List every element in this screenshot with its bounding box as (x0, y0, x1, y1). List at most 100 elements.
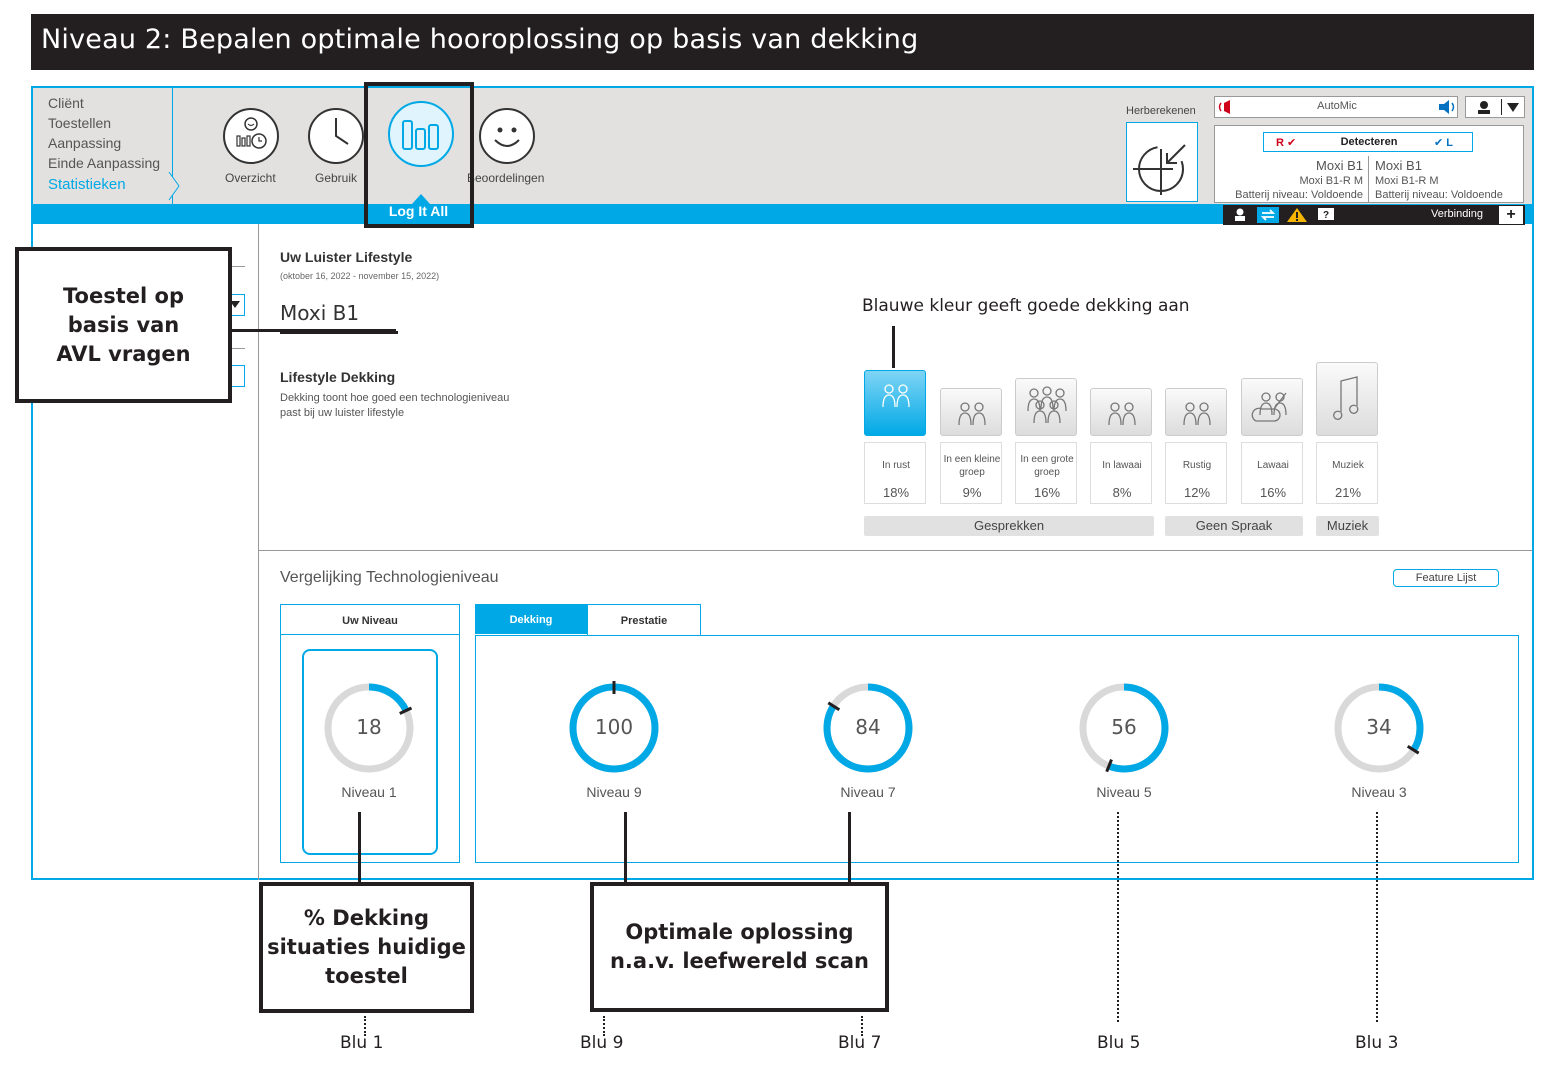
tab-dekking[interactable]: Dekking (475, 604, 587, 634)
situation-name-line: In rust (882, 460, 910, 471)
status-strip: ? Verbinding + (1223, 205, 1525, 225)
smiley-icon[interactable] (479, 108, 535, 164)
person-status-icon[interactable] (1229, 207, 1251, 223)
small-group-icon[interactable] (940, 388, 1002, 436)
dotted-leader (1376, 812, 1378, 1022)
callout-line: AVL vragen (56, 341, 191, 366)
group-gesprekken: Gesprekken (864, 516, 1154, 536)
right-device-name: Moxi B1 (1316, 158, 1363, 173)
nav-item-toestellen[interactable]: Toestellen (48, 115, 111, 131)
callout-toestel: Toestel op basis van AVL vragen (15, 247, 232, 403)
chevron-down-icon[interactable] (1507, 103, 1519, 113)
right-device-battery: Batterij niveau: Voldoende (1235, 189, 1363, 201)
main-navigation: Cliënt Toestellen Aanpassing Einde Aanpa… (33, 88, 173, 204)
automic-bar[interactable]: AutoMic (1214, 96, 1458, 118)
overview-icon[interactable] (223, 108, 279, 164)
add-connection-button[interactable]: + (1499, 206, 1523, 224)
situation-percentage: 9% (962, 485, 982, 500)
situation-card[interactable]: Lawaai 16% (1241, 442, 1303, 504)
situation-name: Muziek (1317, 459, 1379, 472)
app-window: Cliënt Toestellen Aanpassing Einde Aanpa… (31, 86, 1534, 880)
leader-line (624, 812, 627, 884)
situation-name: In een kleine groep (941, 453, 1003, 479)
situation-name-line: In een kleine (943, 454, 1001, 465)
device-divider (1368, 156, 1369, 202)
situation-percentage: 21% (1334, 485, 1362, 500)
group-muziek: Muziek (1316, 516, 1379, 536)
gauge-value: 18 (356, 715, 382, 739)
blu-label: Blu 5 (1097, 1033, 1141, 1053)
leader-line (892, 326, 895, 368)
recalculate-button[interactable] (1126, 122, 1198, 202)
log-it-all-tab[interactable]: Log It All (368, 199, 469, 223)
warning-icon[interactable] (1286, 207, 1308, 223)
user-icon (1478, 101, 1490, 114)
situation-card[interactable]: In een grote groep 16% (1015, 442, 1077, 504)
situation-percentage: 12% (1183, 485, 1211, 500)
tab-prestatie[interactable]: Prestatie (587, 604, 701, 635)
situation-card[interactable]: In een kleine groep 9% (940, 442, 1002, 504)
situation-name-line: Muziek (1332, 460, 1364, 471)
nav-item-aanpassing[interactable]: Aanpassing (48, 135, 121, 151)
group-geen-spraak: Geen Spraak (1165, 516, 1303, 536)
situation-card[interactable]: Rustig 12% (1165, 442, 1227, 504)
situation-name-line: In een grote (1020, 454, 1074, 465)
callout-line: n.a.v. leefwereld scan (609, 949, 869, 973)
situation-card[interactable]: In rust 18% (864, 442, 926, 504)
title-banner: Niveau 2: Bepalen optimale hooroplossing… (31, 14, 1534, 70)
situation-name: In rust (865, 459, 927, 472)
speaker-icon[interactable] (1437, 99, 1457, 115)
situation-card[interactable]: Muziek 21% (1316, 442, 1378, 504)
gebruik-label: Gebruik (315, 171, 358, 185)
blu-label: Blu 7 (838, 1033, 882, 1053)
callout-line: toestel (325, 964, 408, 988)
top-toolbar: Cliënt Toestellen Aanpassing Einde Aanpa… (33, 88, 1532, 204)
gauge-value: 84 (855, 715, 881, 739)
nav-item-einde-aanpassing[interactable]: Einde Aanpassing (48, 155, 160, 171)
leader-line (848, 812, 851, 884)
callout-line: % Dekking (303, 906, 430, 930)
gauge-value: 34 (1366, 715, 1392, 739)
blue-coverage-note: Blauwe kleur geeft goede dekking aan (862, 296, 1190, 316)
nav-item-statistieken[interactable]: Statistieken (48, 176, 126, 193)
help-icon[interactable]: ? (1315, 207, 1337, 223)
left-device-battery: Batterij niveau: Voldoende (1375, 189, 1503, 201)
vacuum-cleaner-icon[interactable] (1241, 378, 1303, 436)
clock-icon[interactable] (308, 108, 364, 164)
coverage-description: Dekking toont hoe goed een technologieni… (280, 392, 510, 404)
situation-name: Rustig (1166, 459, 1228, 472)
situation-name-line: Lawaai (1257, 460, 1289, 471)
blu-label: Blu 3 (1355, 1033, 1399, 1053)
left-device-name: Moxi B1 (1375, 158, 1422, 173)
your-level-header: Uw Niveau (281, 605, 459, 635)
lifestyle-title: Uw Luister Lifestyle (280, 249, 413, 265)
nav-item-client[interactable]: Cliënt (48, 95, 84, 111)
noisy-people-icon[interactable] (1090, 388, 1152, 436)
gauge-level-label: Niveau 9 (586, 784, 642, 800)
two-people-icon[interactable] (864, 370, 926, 436)
sync-icon[interactable] (1257, 207, 1279, 223)
gauge-level-label: Niveau 1 (341, 784, 397, 800)
blu-label: Blu 1 (340, 1033, 384, 1053)
device-name: Moxi B1 (280, 301, 360, 325)
situation-card[interactable]: In lawaai 8% (1090, 442, 1152, 504)
leader-line (358, 812, 361, 884)
feature-list-button[interactable]: Feature Lijst (1393, 569, 1499, 587)
situation-name-line: groep (959, 467, 985, 478)
person-reading-icon[interactable] (1165, 388, 1227, 436)
left-device-model: Moxi B1-R M (1375, 175, 1439, 187)
situation-name: In een grote groep (1016, 453, 1078, 479)
beoordelingen-label: Beoordelingen (467, 171, 545, 185)
situation-name: Lawaai (1242, 459, 1304, 472)
overzicht-label: Overzicht (225, 171, 276, 185)
gauge-value: 100 (594, 715, 634, 739)
music-note-icon[interactable] (1316, 362, 1378, 436)
large-group-icon[interactable] (1015, 378, 1077, 436)
comparison-title: Vergelijking Technologieniveau (280, 569, 499, 586)
detect-button[interactable]: R ✔ Detecteren ✔ L (1263, 132, 1473, 152)
user-menu[interactable] (1465, 96, 1525, 118)
callout-line: Toestel op (63, 283, 184, 308)
blu-label: Blu 9 (580, 1033, 624, 1053)
gauge-level-label: Niveau 7 (840, 784, 896, 800)
situation-name: In lawaai (1091, 459, 1153, 472)
